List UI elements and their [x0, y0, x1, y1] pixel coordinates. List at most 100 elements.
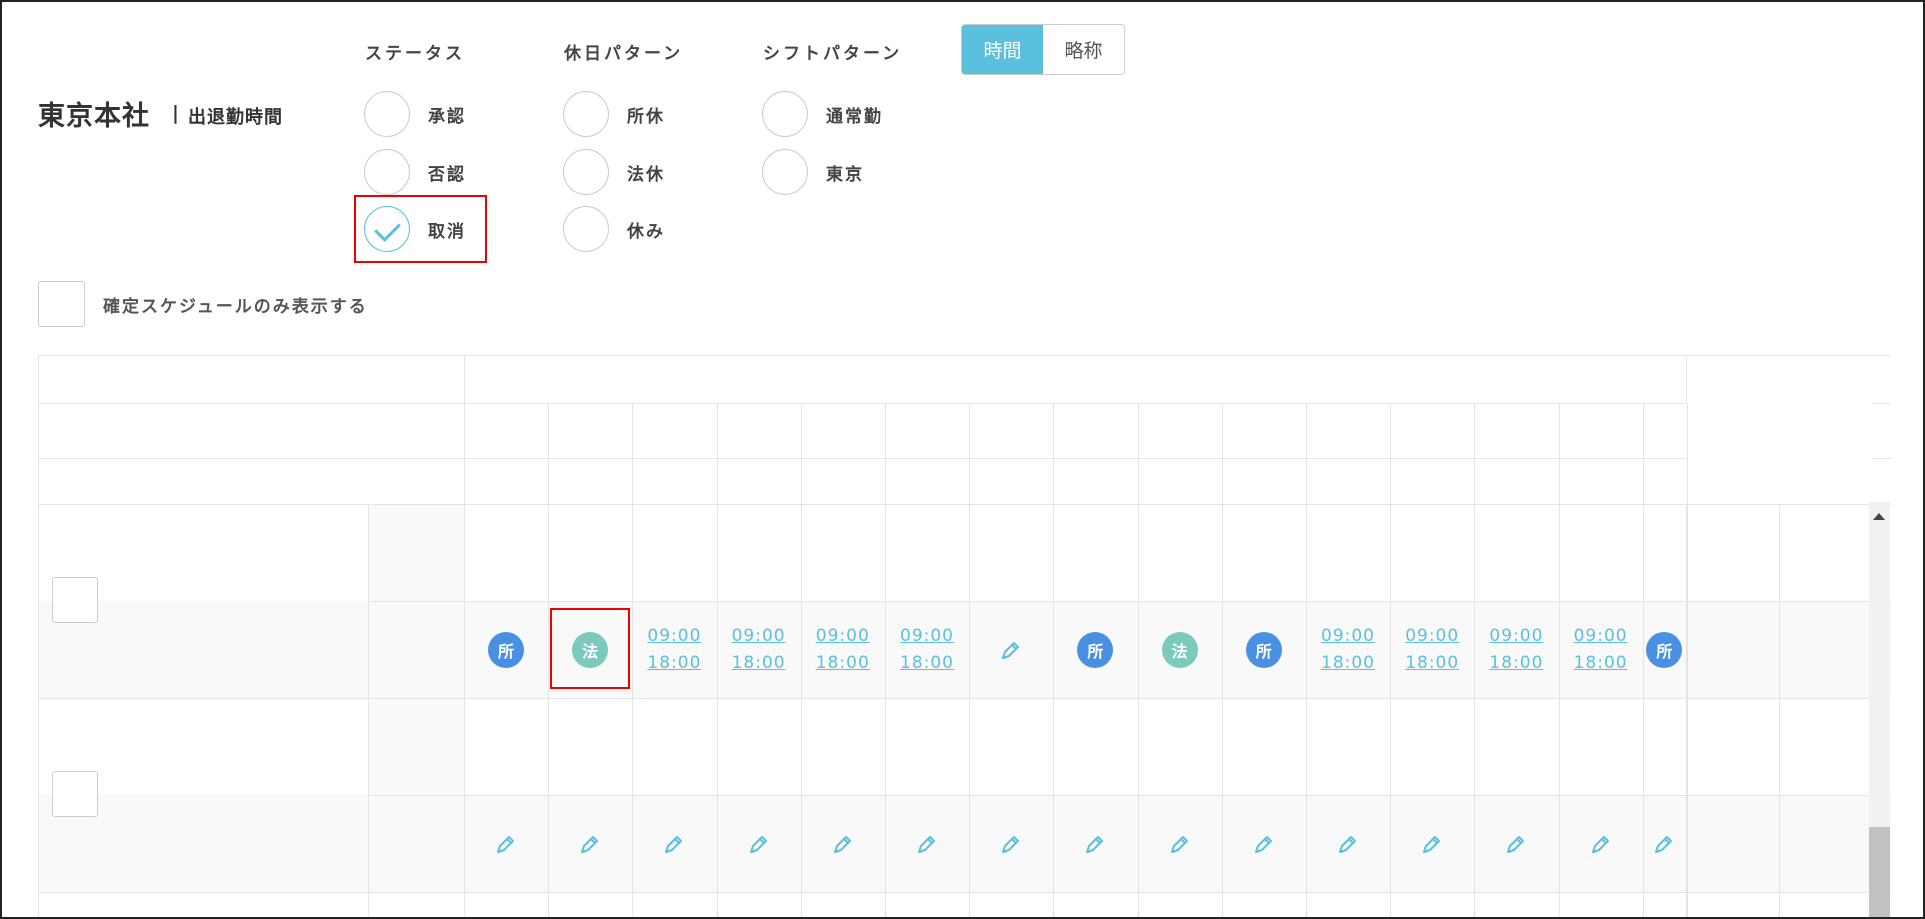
shift-start-time[interactable]: 09:00	[900, 623, 954, 650]
request-cell[interactable]	[548, 698, 632, 795]
radio-circle[interactable]	[364, 91, 410, 137]
request-cell[interactable]	[801, 698, 885, 795]
schedule-cell[interactable]	[1559, 795, 1643, 892]
request-cell[interactable]	[632, 698, 716, 795]
request-cell[interactable]	[1222, 504, 1306, 601]
shift-time-link[interactable]: 09:00 18:00	[1489, 623, 1543, 677]
schedule-cell[interactable]	[1222, 795, 1306, 892]
request-cell[interactable]	[1138, 698, 1222, 795]
schedule-cell[interactable]: 09:00 18:00	[801, 601, 885, 698]
holiday-badge[interactable]: 法	[1161, 631, 1198, 668]
shift-end-time[interactable]: 18:00	[1405, 650, 1459, 677]
holiday-badge[interactable]: 所	[1077, 631, 1114, 668]
schedule-cell[interactable]: 09:00 18:00	[632, 601, 716, 698]
shift-end-time[interactable]: 18:00	[732, 650, 786, 677]
confirmed-only-checkbox[interactable]	[38, 281, 85, 327]
shift-time-link[interactable]: 09:00 18:00	[1321, 623, 1375, 677]
shift-start-time[interactable]: 09:00	[1574, 623, 1628, 650]
schedule-cell[interactable]	[1138, 795, 1222, 892]
radio-circle[interactable]	[563, 206, 609, 252]
radio-circle[interactable]	[563, 91, 609, 137]
request-cell[interactable]	[1559, 504, 1643, 601]
request-cell[interactable]	[1222, 698, 1306, 795]
schedule-cell[interactable]	[1306, 795, 1390, 892]
schedule-cell[interactable]: 09:00 18:00	[1306, 601, 1390, 698]
request-cell[interactable]	[1474, 698, 1558, 795]
employee-checkbox[interactable]	[52, 577, 98, 623]
schedule-cell[interactable]	[885, 795, 969, 892]
request-cell[interactable]	[1390, 698, 1474, 795]
request-cell[interactable]	[1390, 504, 1474, 601]
scrollbar-thumb[interactable]	[1869, 827, 1890, 917]
request-cell[interactable]	[969, 698, 1053, 795]
shift-start-time[interactable]: 09:00	[816, 623, 870, 650]
shift-start-time[interactable]: 09:00	[1489, 623, 1543, 650]
shift-end-time[interactable]: 18:00	[900, 650, 954, 677]
schedule-cell[interactable]: 09:00 18:00	[1474, 601, 1558, 698]
request-cell[interactable]	[1138, 504, 1222, 601]
request-cell[interactable]	[1306, 504, 1390, 601]
radio-circle[interactable]	[762, 149, 808, 195]
request-cell[interactable]	[969, 504, 1053, 601]
status-option-rejected[interactable]: 否認	[364, 148, 466, 196]
schedule-cell[interactable]	[717, 795, 801, 892]
schedule-cell[interactable]: 所	[464, 601, 548, 698]
radio-circle[interactable]	[563, 149, 609, 195]
schedule-cell[interactable]	[632, 795, 716, 892]
request-cell[interactable]	[1053, 698, 1137, 795]
request-cell[interactable]	[801, 504, 885, 601]
request-cell[interactable]	[464, 698, 548, 795]
shift-start-time[interactable]: 09:00	[647, 623, 701, 650]
shift-time-link[interactable]: 09:00 18:00	[647, 623, 701, 677]
holiday-badge[interactable]: 所	[488, 631, 524, 668]
radio-circle[interactable]	[364, 149, 410, 195]
shift-time-link[interactable]: 09:00 18:00	[1405, 623, 1459, 677]
shift-end-time[interactable]: 18:00	[816, 650, 870, 677]
holiday-option-shokyu[interactable]: 所休	[563, 90, 665, 138]
shift-time-link[interactable]: 09:00 18:00	[900, 623, 954, 677]
schedule-cell[interactable]: 09:00 18:00	[1559, 601, 1643, 698]
schedule-cell[interactable]	[969, 601, 1053, 698]
request-cell[interactable]	[632, 504, 716, 601]
shift-start-time[interactable]: 09:00	[732, 623, 786, 650]
schedule-cell[interactable]	[548, 795, 632, 892]
scroll-up-arrow-icon[interactable]	[1873, 513, 1885, 520]
shift-end-time[interactable]: 18:00	[647, 650, 701, 677]
shift-option-normal[interactable]: 通常勤	[762, 90, 883, 138]
schedule-cell[interactable]: 09:00 18:00	[885, 601, 969, 698]
request-cell[interactable]	[717, 698, 801, 795]
toggle-abbrev-button[interactable]: 略称	[1043, 25, 1124, 74]
schedule-cell[interactable]	[1643, 795, 1686, 892]
request-cell[interactable]	[885, 698, 969, 795]
schedule-cell[interactable]	[464, 795, 548, 892]
shift-time-link[interactable]: 09:00 18:00	[816, 623, 870, 677]
shift-time-link[interactable]: 09:00 18:00	[732, 623, 786, 677]
holiday-option-hokyu[interactable]: 法休	[563, 148, 665, 196]
shift-end-time[interactable]: 18:00	[1321, 650, 1375, 677]
request-cell[interactable]	[717, 504, 801, 601]
holiday-badge[interactable]: 所	[1646, 631, 1683, 668]
holiday-badge[interactable]: 所	[1245, 631, 1282, 668]
schedule-cell[interactable]: 所	[1643, 601, 1686, 698]
shift-end-time[interactable]: 18:00	[1489, 650, 1543, 677]
shift-time-link[interactable]: 09:00 18:00	[1574, 623, 1628, 677]
request-cell[interactable]	[464, 504, 548, 601]
schedule-cell[interactable]	[801, 795, 885, 892]
request-cell[interactable]	[1306, 698, 1390, 795]
schedule-cell[interactable]	[1474, 795, 1558, 892]
request-cell[interactable]	[1474, 504, 1558, 601]
request-cell[interactable]	[1559, 698, 1643, 795]
schedule-cell[interactable]	[969, 795, 1053, 892]
request-cell[interactable]	[548, 504, 632, 601]
schedule-cell[interactable]: 09:00 18:00	[1390, 601, 1474, 698]
radio-circle[interactable]	[762, 91, 808, 137]
shift-start-time[interactable]: 09:00	[1321, 623, 1375, 650]
schedule-cell[interactable]: 09:00 18:00	[717, 601, 801, 698]
employee-checkbox[interactable]	[52, 771, 98, 817]
status-option-approved[interactable]: 承認	[364, 90, 466, 138]
shift-end-time[interactable]: 18:00	[1574, 650, 1628, 677]
schedule-cell[interactable]: 所	[1222, 601, 1306, 698]
shift-option-tokyo[interactable]: 東京	[762, 148, 864, 196]
toggle-time-button[interactable]: 時間	[962, 25, 1043, 74]
shift-start-time[interactable]: 09:00	[1405, 623, 1459, 650]
